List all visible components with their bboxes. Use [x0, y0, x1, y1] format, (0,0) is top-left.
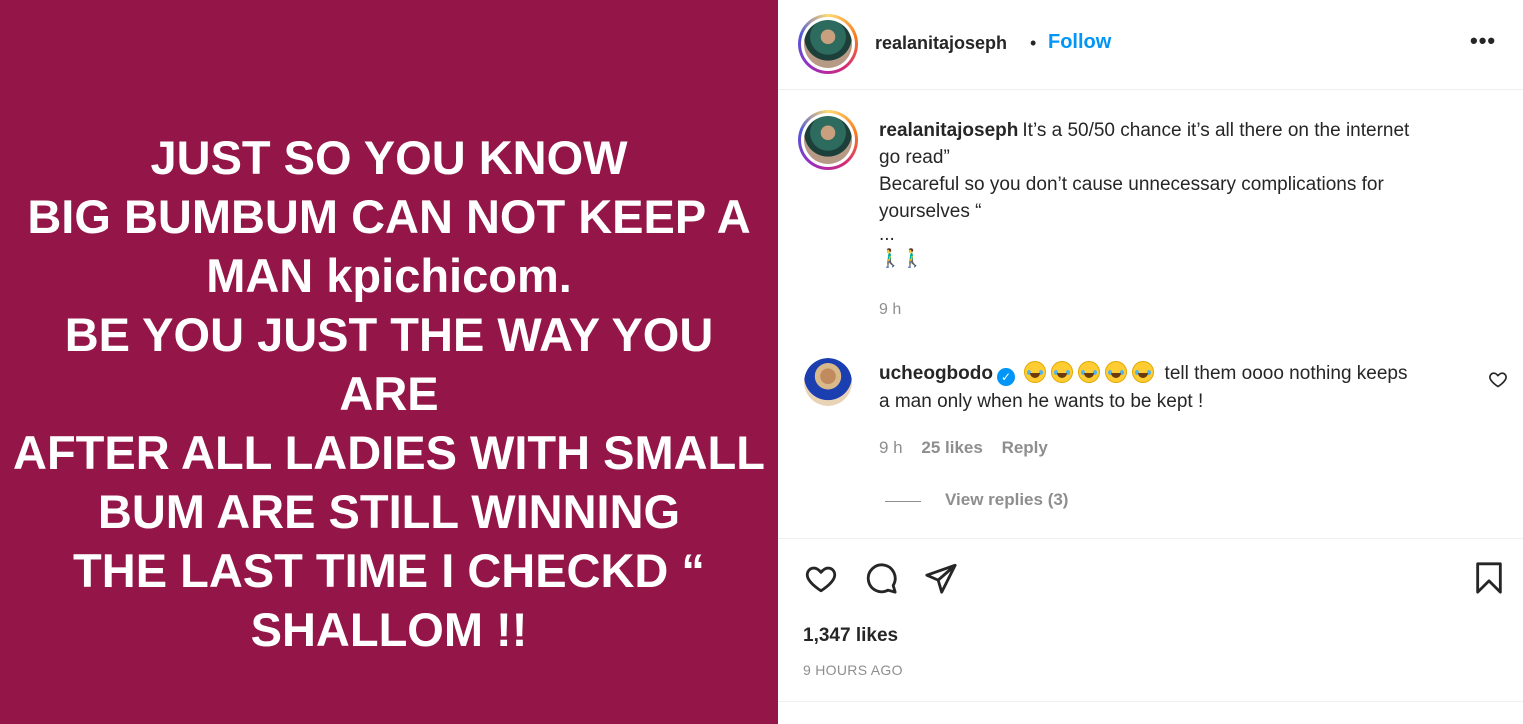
caption-avatar-frame [801, 113, 855, 167]
comment-text: tell them oooo nothing keeps [1164, 363, 1408, 384]
post-image-line: BIG BUMBUM CAN NOT KEEP A [27, 190, 751, 243]
comment-meta: 9 h 25 likes Reply [879, 438, 1062, 458]
verified-badge-icon: ✓ [996, 368, 1015, 386]
header-separator: • [1030, 33, 1037, 53]
author-avatar-photo [804, 20, 852, 68]
caption-avatar[interactable] [798, 110, 858, 170]
laughing-emoji-icon [1105, 361, 1128, 383]
caption-text: go read” [879, 147, 950, 168]
comment-icon[interactable] [864, 561, 898, 595]
bookmark-icon[interactable] [1472, 561, 1506, 595]
caption-text: Becareful so you don’t cause unnecessary… [879, 174, 1384, 195]
follow-button[interactable]: Follow [1048, 31, 1111, 54]
comment-likes[interactable]: 25 likes [921, 438, 982, 457]
post-header: realanitajoseph • Follow ••• [778, 0, 1523, 90]
post-timestamp[interactable]: 9 HOURS AGO [803, 662, 903, 678]
caption-timestamp[interactable]: 9 h [879, 301, 901, 319]
author-avatar-frame [801, 17, 855, 71]
author-username[interactable]: realanitajoseph [875, 33, 1007, 54]
post-caption: realanitajoseph It’s a 50/50 chance it’s … [879, 117, 1479, 272]
caption-text: It’s a 50/50 chance it’s all there on th… [1022, 120, 1410, 141]
actions-divider [778, 701, 1523, 702]
post-image-line: BE YOU JUST THE WAY YOU [64, 308, 714, 361]
view-replies-button[interactable]: View replies (3) [945, 490, 1068, 510]
post-actions: 1,347 likes 9 HOURS AGO [778, 538, 1523, 724]
post-image: JUST SO YOU KNOW BIG BUMBUM CAN NOT KEEP… [0, 0, 778, 724]
laughing-emoji-icon [1078, 361, 1101, 383]
post-image-text: JUST SO YOU KNOW BIG BUMBUM CAN NOT KEEP… [0, 128, 778, 659]
post-image-line: THE LAST TIME I CHECKD “ [73, 544, 705, 597]
caption-text: yourselves “ [879, 201, 982, 222]
heart-icon[interactable] [804, 561, 838, 595]
commenter-avatar[interactable] [804, 358, 852, 406]
post-detail-panel: realanitajoseph • Follow ••• realanitajo… [778, 0, 1523, 724]
caption-first-line: realanitajoseph It’s a 50/50 chance it’s … [879, 117, 1479, 144]
comment-like-heart-icon[interactable] [1488, 369, 1508, 389]
commenter-username[interactable]: ucheogbodo [879, 363, 993, 384]
walking-emoji: 🚶‍♂️🚶‍♂️ [879, 248, 924, 269]
laughing-emoji-icon [1024, 361, 1047, 383]
post-image-line: ARE [339, 367, 439, 420]
share-icon[interactable] [924, 561, 958, 595]
comment: ucheogbodo ✓ tell them oooo nothing keeps… [879, 360, 1469, 416]
caption-username[interactable]: realanitajoseph [879, 120, 1018, 141]
replies-divider [885, 501, 921, 502]
more-options-icon[interactable]: ••• [1470, 28, 1496, 54]
post-image-line: SHALLOM !! [250, 603, 528, 656]
post-image-line: MAN kpichicom. [206, 249, 572, 302]
caption-avatar-photo [804, 116, 852, 164]
laughing-emoji-icon [1132, 361, 1155, 383]
likes-count[interactable]: 1,347 likes [803, 625, 898, 647]
laughing-emoji-icon [1051, 361, 1074, 383]
post-image-line: AFTER ALL LADIES WITH SMALL [13, 426, 765, 479]
comment-text: a man only when he wants to be kept ! [879, 391, 1204, 412]
post-image-line: BUM ARE STILL WINNING [97, 485, 681, 538]
reply-button[interactable]: Reply [1002, 438, 1048, 457]
author-avatar[interactable] [798, 14, 858, 74]
caption-ellipsis: ... [879, 224, 895, 245]
comment-timestamp[interactable]: 9 h [879, 438, 903, 457]
commenter-avatar-photo [804, 358, 852, 406]
post-image-line: JUST SO YOU KNOW [150, 131, 628, 184]
